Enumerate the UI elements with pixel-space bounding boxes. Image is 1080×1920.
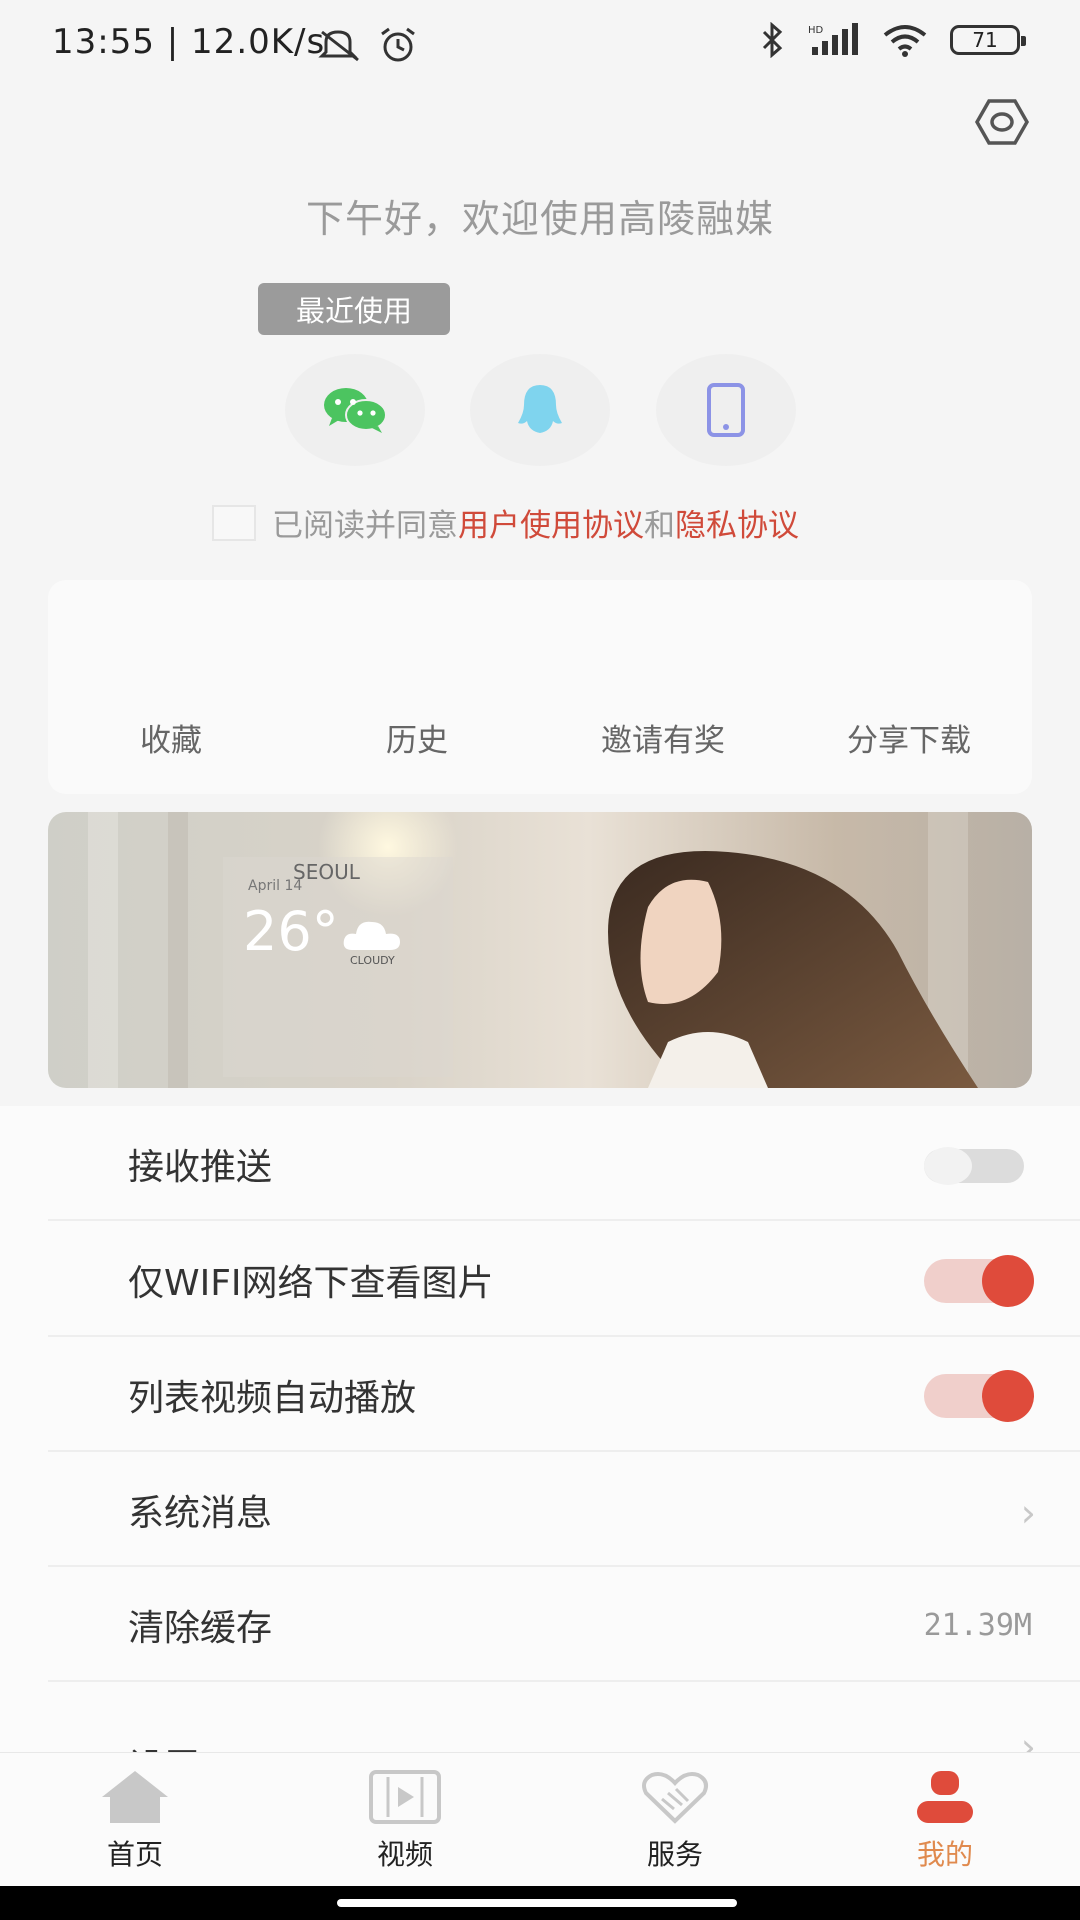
status-indicators: HD 71 (760, 22, 1026, 58)
wifi-images-row: 仅WIFI网络下查看图片 (48, 1223, 1080, 1337)
banner-city: SEOUL (293, 860, 360, 884)
autoplay-toggle[interactable] (924, 1370, 1034, 1422)
banner-condition: CLOUDY (350, 954, 395, 967)
wechat-login-button[interactable] (285, 354, 425, 466)
promo-banner[interactable]: SEOUL April 14 26° CLOUDY (48, 812, 1032, 1088)
privacy-agreement-link[interactable]: 隐私协议 (675, 500, 799, 545)
toggle-knob (982, 1255, 1034, 1307)
handshake-icon (642, 1772, 708, 1824)
push-setting-row: 接收推送 (48, 1107, 1080, 1221)
toggle-knob (982, 1370, 1034, 1422)
phone-login-button[interactable] (656, 354, 796, 466)
hexagon-settings-icon (975, 99, 1029, 145)
user-agreement-link[interactable]: 用户使用协议 (458, 500, 644, 545)
quick-action-invite[interactable]: 邀请有奖 (540, 715, 786, 760)
autoplay-label: 列表视频自动播放 (128, 1378, 417, 1419)
nav-home-label: 首页 (106, 1838, 163, 1871)
system-messages-label: 系统消息 (128, 1493, 273, 1534)
agreement-prefix: 已阅读并同意 (272, 508, 458, 544)
chevron-right-icon: › (1020, 1491, 1036, 1535)
nav-video-label: 视频 (376, 1838, 433, 1871)
agreement-and: 和 (644, 508, 675, 544)
bluetooth-icon (762, 22, 783, 58)
autoplay-row: 列表视频自动播放 (48, 1338, 1080, 1452)
nav-home[interactable]: 首页 (35, 1769, 235, 1873)
chevron-right-icon: › (1020, 1725, 1036, 1752)
phone-icon (707, 383, 745, 437)
settings-label: 设置 (128, 1707, 200, 1752)
nav-video[interactable]: 视频 (305, 1769, 505, 1873)
greeting-text: 下午好，欢迎使用高陵融媒 (305, 197, 774, 241)
system-messages-row[interactable]: 系统消息 › (48, 1453, 1080, 1567)
nav-mine[interactable]: 我的 (845, 1769, 1045, 1873)
toggle-knob (924, 1147, 972, 1185)
settings-button[interactable] (970, 90, 1034, 154)
push-label: 接收推送 (128, 1147, 273, 1188)
cloud-icon (343, 921, 400, 950)
clear-cache-label: 清除缓存 (128, 1608, 273, 1649)
quick-action-history[interactable]: 历史 (294, 715, 540, 760)
video-icon (369, 1770, 441, 1824)
wifi-images-label: 仅WIFI网络下查看图片 (128, 1263, 494, 1304)
wifi-icon (883, 25, 927, 57)
signal-icon: HD (808, 23, 858, 55)
wechat-icon (324, 388, 387, 433)
quick-action-favorites[interactable]: 收藏 (48, 715, 294, 760)
bottom-navigation: 首页 视频 服务 我的 (0, 1752, 1080, 1886)
banner-temperature: 26° (243, 900, 339, 963)
cache-size-value: 21.39M (923, 1607, 1032, 1643)
recent-used-tag: 最近使用 (258, 283, 450, 335)
settings-row[interactable]: 设置 › (48, 1683, 1080, 1752)
qq-icon (518, 385, 562, 433)
clear-cache-row[interactable]: 清除缓存 21.39M (48, 1568, 1080, 1682)
agree-checkbox[interactable] (212, 504, 256, 541)
status-time: 13:55 | 12.0K/s (52, 22, 326, 62)
wifi-images-toggle[interactable] (924, 1255, 1034, 1307)
push-toggle[interactable] (924, 1147, 1024, 1185)
nav-mine-label: 我的 (916, 1838, 973, 1871)
banner-image (88, 812, 978, 1088)
agreement-row: 已阅读并同意 用户使用协议 和 隐私协议 (212, 500, 799, 545)
user-icon (917, 1771, 973, 1823)
banner-date: April 14 (248, 878, 303, 894)
quick-action-share[interactable]: 分享下载 (786, 715, 1032, 760)
nav-service[interactable]: 服务 (575, 1769, 775, 1873)
alarm-icon (381, 27, 415, 62)
home-indicator[interactable] (337, 1899, 737, 1907)
svg-text:HD: HD (808, 25, 824, 36)
status-bar: 13:55 | 12.0K/s HD 71 (0, 0, 1080, 92)
quick-actions-card (48, 580, 1032, 794)
mute-icon (318, 30, 359, 62)
battery-indicator: 71 (950, 25, 1026, 55)
nav-service-label: 服务 (646, 1838, 703, 1871)
home-icon (102, 1771, 168, 1823)
qq-login-button[interactable] (470, 354, 610, 466)
